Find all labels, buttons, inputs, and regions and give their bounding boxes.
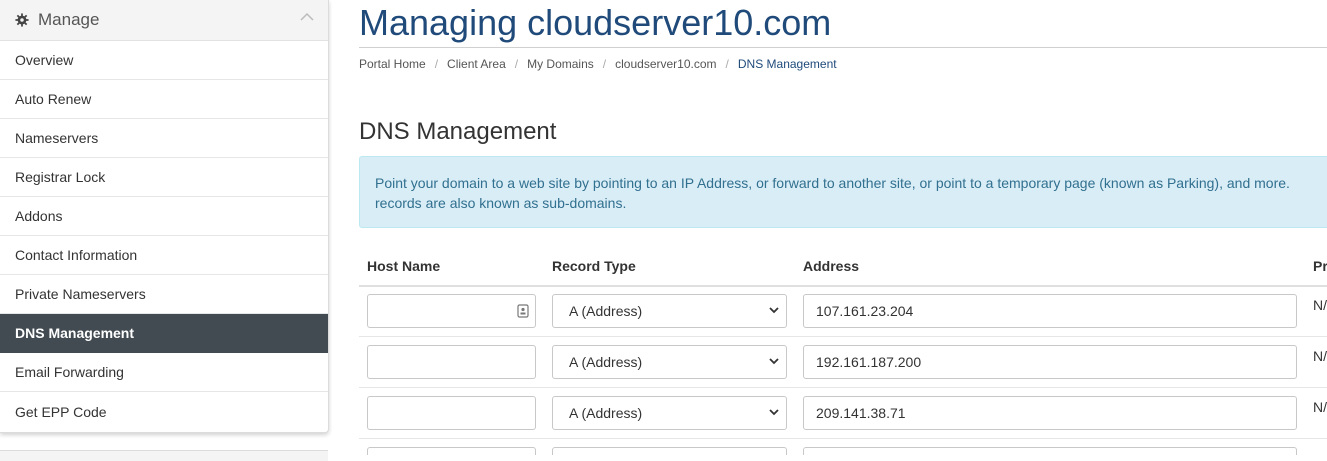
host-name-input[interactable] xyxy=(367,396,536,430)
address-input[interactable] xyxy=(803,447,1297,455)
address-input[interactable] xyxy=(803,345,1297,379)
priority-value: N/A xyxy=(1313,297,1327,313)
info-text-line-2: records are also known as sub-domains. xyxy=(375,195,627,211)
column-header-host-name: Host Name xyxy=(367,258,441,274)
chevron-down-icon xyxy=(769,307,779,314)
info-text-line-1: Point your domain to a web site by point… xyxy=(375,175,1290,191)
record-type-value[interactable]: A (Address) xyxy=(552,345,787,379)
sidebar-item-addons[interactable]: Addons xyxy=(0,197,328,236)
title-divider xyxy=(359,47,1327,48)
record-type-select[interactable]: A (Address) xyxy=(552,345,787,379)
record-type-select[interactable] xyxy=(552,447,787,455)
sidebar-item-contact-information[interactable]: Contact Information xyxy=(0,236,328,275)
sidebar-item-get-epp-code[interactable]: Get EPP Code xyxy=(0,392,328,431)
record-type-value[interactable]: A (Address) xyxy=(552,294,787,328)
breadcrumb-domain[interactable]: cloudserver10.com xyxy=(615,57,716,71)
info-alert: Point your domain to a web site by point… xyxy=(359,156,1327,228)
host-name-input[interactable] xyxy=(367,345,536,379)
sidebar-item-private-nameservers[interactable]: Private Nameservers xyxy=(0,275,328,314)
section-title: DNS Management xyxy=(359,118,557,145)
chevron-down-icon xyxy=(769,358,779,365)
address-input[interactable] xyxy=(803,396,1297,430)
host-name-input[interactable] xyxy=(367,447,536,455)
breadcrumb-separator: / xyxy=(514,57,519,71)
sidebar-header[interactable]: Manage xyxy=(0,0,328,41)
row-divider xyxy=(359,336,1327,337)
gear-icon xyxy=(15,13,29,27)
breadcrumb-my-domains[interactable]: My Domains xyxy=(527,57,594,71)
breadcrumb-separator: / xyxy=(434,57,439,71)
sidebar-item-email-forwarding[interactable]: Email Forwarding xyxy=(0,353,328,392)
sidebar-item-overview[interactable]: Overview xyxy=(0,41,328,80)
chevron-up-icon[interactable] xyxy=(300,12,314,22)
column-header-record-type: Record Type xyxy=(552,258,636,274)
contact-card-icon[interactable] xyxy=(517,304,529,318)
priority-value: N/A xyxy=(1313,348,1327,364)
breadcrumb-client-area[interactable]: Client Area xyxy=(447,57,506,71)
column-header-priority: Pr xyxy=(1313,258,1327,274)
breadcrumb: Portal Home / Client Area / My Domains /… xyxy=(359,57,837,71)
row-divider xyxy=(359,387,1327,388)
sidebar-next-panel xyxy=(0,450,328,461)
priority-value: N/A xyxy=(1313,399,1327,415)
breadcrumb-dns-management: DNS Management xyxy=(737,57,837,71)
page-title: Managing cloudserver10.com xyxy=(359,2,832,43)
sidebar-title: Manage xyxy=(38,10,100,29)
breadcrumb-separator: / xyxy=(602,57,607,71)
breadcrumb-portal-home[interactable]: Portal Home xyxy=(359,57,426,71)
column-header-address: Address xyxy=(803,258,860,274)
address-input[interactable] xyxy=(803,294,1297,328)
sidebar-item-registrar-lock[interactable]: Registrar Lock xyxy=(0,158,328,197)
chevron-down-icon xyxy=(769,409,779,416)
breadcrumb-separator: / xyxy=(725,57,729,71)
sidebar-item-auto-renew[interactable]: Auto Renew xyxy=(0,80,328,119)
host-name-input[interactable] xyxy=(367,294,536,328)
record-type-select[interactable]: A (Address) xyxy=(552,294,787,328)
sidebar-item-dns-management[interactable]: DNS Management xyxy=(0,314,328,353)
row-divider xyxy=(359,438,1327,439)
record-type-select[interactable]: A (Address) xyxy=(552,396,787,430)
record-type-value[interactable]: A (Address) xyxy=(552,396,787,430)
sidebar: Manage Overview Auto Renew Nameservers R… xyxy=(0,0,329,433)
table-header-divider xyxy=(359,285,1327,287)
sidebar-item-nameservers[interactable]: Nameservers xyxy=(0,119,328,158)
